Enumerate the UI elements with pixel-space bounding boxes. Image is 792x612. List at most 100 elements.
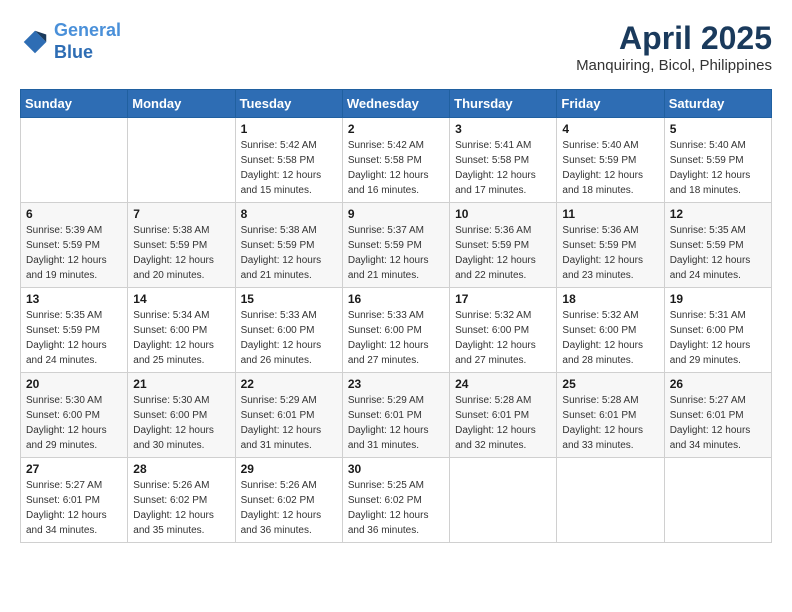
calendar-table: SundayMondayTuesdayWednesdayThursdayFrid… [20,89,772,543]
day-info: Sunrise: 5:40 AMSunset: 5:59 PMDaylight:… [562,138,658,198]
calendar-cell: 16 Sunrise: 5:33 AMSunset: 6:00 PMDayligh… [342,288,449,373]
calendar-cell: 26 Sunrise: 5:27 AMSunset: 6:01 PMDayligh… [664,373,771,458]
day-info: Sunrise: 5:33 AMSunset: 6:00 PMDaylight:… [348,308,444,368]
day-info: Sunrise: 5:27 AMSunset: 6:01 PMDaylight:… [670,393,766,453]
day-info: Sunrise: 5:29 AMSunset: 6:01 PMDaylight:… [241,393,337,453]
calendar-week-row: 27 Sunrise: 5:27 AMSunset: 6:01 PMDayligh… [21,458,772,543]
day-info: Sunrise: 5:36 AMSunset: 5:59 PMDaylight:… [455,223,551,283]
calendar-title: April 2025 [576,20,772,57]
calendar-cell: 11 Sunrise: 5:36 AMSunset: 5:59 PMDayligh… [557,203,664,288]
day-info: Sunrise: 5:42 AMSunset: 5:58 PMDaylight:… [348,138,444,198]
calendar-cell [128,118,235,203]
day-number: 10 [455,207,551,221]
calendar-cell: 21 Sunrise: 5:30 AMSunset: 6:00 PMDayligh… [128,373,235,458]
day-info: Sunrise: 5:38 AMSunset: 5:59 PMDaylight:… [133,223,229,283]
day-info: Sunrise: 5:30 AMSunset: 6:00 PMDaylight:… [133,393,229,453]
day-info: Sunrise: 5:35 AMSunset: 5:59 PMDaylight:… [670,223,766,283]
calendar-cell [664,458,771,543]
calendar-cell: 8 Sunrise: 5:38 AMSunset: 5:59 PMDaylight… [235,203,342,288]
page-header: General Blue April 2025 Manquiring, Bico… [20,20,772,74]
calendar-cell: 6 Sunrise: 5:39 AMSunset: 5:59 PMDaylight… [21,203,128,288]
day-number: 27 [26,462,122,476]
calendar-cell: 10 Sunrise: 5:36 AMSunset: 5:59 PMDayligh… [450,203,557,288]
weekday-header: Saturday [664,90,771,118]
day-number: 13 [26,292,122,306]
day-number: 11 [562,207,658,221]
day-number: 15 [241,292,337,306]
day-number: 20 [26,377,122,391]
calendar-cell [450,458,557,543]
day-number: 12 [670,207,766,221]
logo-blue: Blue [54,42,93,62]
day-number: 23 [348,377,444,391]
calendar-cell: 18Sunrise: 5:32 AMSunset: 6:00 PMDayligh… [557,288,664,373]
calendar-week-row: 6 Sunrise: 5:39 AMSunset: 5:59 PMDaylight… [21,203,772,288]
day-number: 21 [133,377,229,391]
calendar-cell: 15 Sunrise: 5:33 AMSunset: 6:00 PMDayligh… [235,288,342,373]
day-number: 4 [562,122,658,136]
title-block: April 2025 Manquiring, Bicol, Philippine… [576,20,772,74]
day-info: Sunrise: 5:40 AMSunset: 5:59 PMDaylight:… [670,138,766,198]
day-number: 28 [133,462,229,476]
logo-text: General Blue [54,20,121,63]
day-number: 26 [670,377,766,391]
day-info: Sunrise: 5:37 AMSunset: 5:59 PMDaylight:… [348,223,444,283]
logo-general: General [54,20,121,40]
weekday-header: Wednesday [342,90,449,118]
day-number: 25 [562,377,658,391]
day-info: Sunrise: 5:36 AMSunset: 5:59 PMDaylight:… [562,223,658,283]
calendar-cell: 19Sunrise: 5:31 AMSunset: 6:00 PMDayligh… [664,288,771,373]
weekday-header: Sunday [21,90,128,118]
day-info: Sunrise: 5:39 AMSunset: 5:59 PMDaylight:… [26,223,122,283]
calendar-cell: 30Sunrise: 5:25 AMSunset: 6:02 PMDayligh… [342,458,449,543]
day-info: Sunrise: 5:33 AMSunset: 6:00 PMDaylight:… [241,308,337,368]
calendar-cell: 27 Sunrise: 5:27 AMSunset: 6:01 PMDayligh… [21,458,128,543]
day-number: 30 [348,462,444,476]
calendar-subtitle: Manquiring, Bicol, Philippines [576,57,772,74]
calendar-cell: 24Sunrise: 5:28 AMSunset: 6:01 PMDayligh… [450,373,557,458]
day-number: 1 [241,122,337,136]
day-number: 29 [241,462,337,476]
calendar-cell: 14Sunrise: 5:34 AMSunset: 6:00 PMDayligh… [128,288,235,373]
day-number: 8 [241,207,337,221]
day-info: Sunrise: 5:38 AMSunset: 5:59 PMDaylight:… [241,223,337,283]
day-number: 3 [455,122,551,136]
day-info: Sunrise: 5:30 AMSunset: 6:00 PMDaylight:… [26,393,122,453]
day-info: Sunrise: 5:31 AMSunset: 6:00 PMDaylight:… [670,308,766,368]
calendar-cell: 29 Sunrise: 5:26 AMSunset: 6:02 PMDayligh… [235,458,342,543]
calendar-cell: 28 Sunrise: 5:26 AMSunset: 6:02 PMDayligh… [128,458,235,543]
day-number: 2 [348,122,444,136]
calendar-cell: 4 Sunrise: 5:40 AMSunset: 5:59 PMDaylight… [557,118,664,203]
calendar-cell: 20 Sunrise: 5:30 AMSunset: 6:00 PMDayligh… [21,373,128,458]
day-number: 9 [348,207,444,221]
day-number: 7 [133,207,229,221]
day-info: Sunrise: 5:27 AMSunset: 6:01 PMDaylight:… [26,478,122,538]
calendar-cell: 9 Sunrise: 5:37 AMSunset: 5:59 PMDaylight… [342,203,449,288]
calendar-cell: 1Sunrise: 5:42 AMSunset: 5:58 PMDaylight… [235,118,342,203]
calendar-week-row: 13 Sunrise: 5:35 AMSunset: 5:59 PMDayligh… [21,288,772,373]
day-info: Sunrise: 5:35 AMSunset: 5:59 PMDaylight:… [26,308,122,368]
day-number: 16 [348,292,444,306]
weekday-header-row: SundayMondayTuesdayWednesdayThursdayFrid… [21,90,772,118]
calendar-cell: 12 Sunrise: 5:35 AMSunset: 5:59 PMDayligh… [664,203,771,288]
day-info: Sunrise: 5:41 AMSunset: 5:58 PMDaylight:… [455,138,551,198]
day-info: Sunrise: 5:28 AMSunset: 6:01 PMDaylight:… [455,393,551,453]
weekday-header: Tuesday [235,90,342,118]
day-info: Sunrise: 5:26 AMSunset: 6:02 PMDaylight:… [133,478,229,538]
calendar-cell [557,458,664,543]
day-number: 22 [241,377,337,391]
day-info: Sunrise: 5:34 AMSunset: 6:00 PMDaylight:… [133,308,229,368]
weekday-header: Thursday [450,90,557,118]
weekday-header: Monday [128,90,235,118]
day-number: 6 [26,207,122,221]
day-info: Sunrise: 5:26 AMSunset: 6:02 PMDaylight:… [241,478,337,538]
day-info: Sunrise: 5:29 AMSunset: 6:01 PMDaylight:… [348,393,444,453]
calendar-cell: 3 Sunrise: 5:41 AMSunset: 5:58 PMDaylight… [450,118,557,203]
calendar-cell: 2 Sunrise: 5:42 AMSunset: 5:58 PMDaylight… [342,118,449,203]
weekday-header: Friday [557,90,664,118]
day-number: 17 [455,292,551,306]
day-info: Sunrise: 5:32 AMSunset: 6:00 PMDaylight:… [455,308,551,368]
calendar-cell: 13 Sunrise: 5:35 AMSunset: 5:59 PMDayligh… [21,288,128,373]
calendar-cell: 22 Sunrise: 5:29 AMSunset: 6:01 PMDayligh… [235,373,342,458]
calendar-cell: 25Sunrise: 5:28 AMSunset: 6:01 PMDayligh… [557,373,664,458]
